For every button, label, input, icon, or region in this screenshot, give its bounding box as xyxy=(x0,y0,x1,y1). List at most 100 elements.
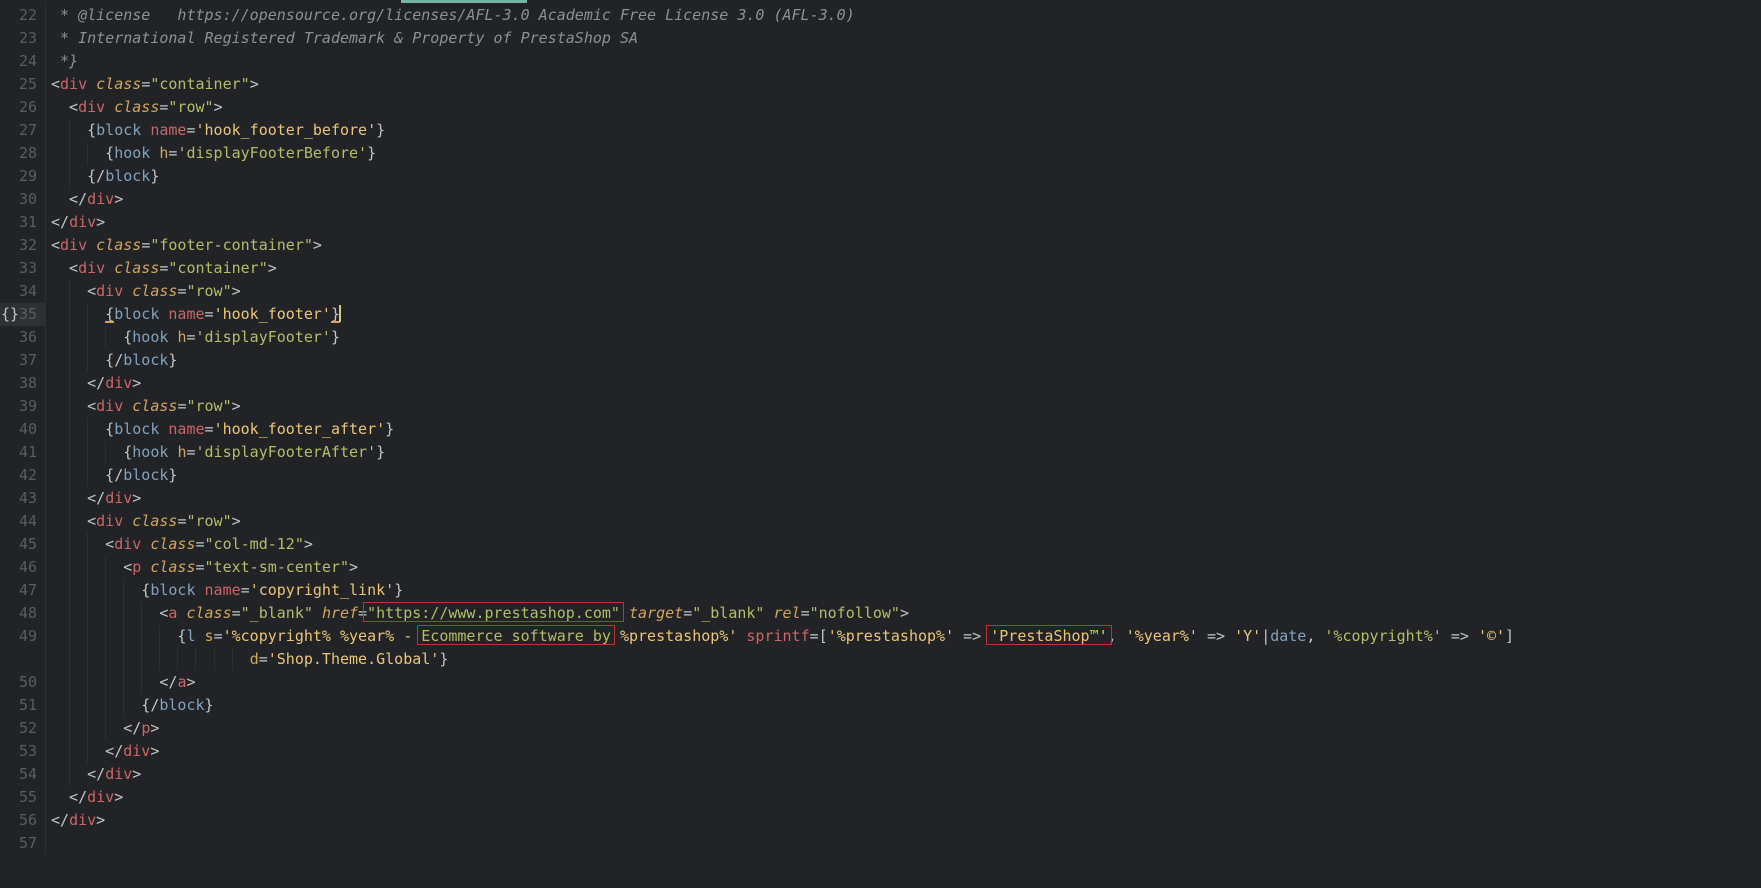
indent-guide xyxy=(87,349,88,372)
code-line[interactable]: 56</div> xyxy=(0,809,1761,832)
line-number[interactable]: 33 xyxy=(0,257,46,280)
code-token: "row" xyxy=(186,397,231,415)
line-number[interactable]: 40 xyxy=(0,418,46,441)
code-token: "_blank" xyxy=(241,604,313,622)
line-number[interactable]: 46 xyxy=(0,556,46,579)
code-token: div xyxy=(105,765,132,783)
line-number[interactable]: 47 xyxy=(0,579,46,602)
line-number[interactable]: 24 xyxy=(0,50,46,73)
code-token: div xyxy=(105,374,132,392)
indent-guide xyxy=(69,464,70,487)
line-number[interactable]: 50 xyxy=(0,671,46,694)
code-line[interactable]: 31</div> xyxy=(0,211,1761,234)
line-number[interactable]: 32 xyxy=(0,234,46,257)
indent-guide xyxy=(159,648,160,671)
line-number[interactable]: 28 xyxy=(0,142,46,165)
line-number[interactable]: 31 xyxy=(0,211,46,234)
code-text: </div> xyxy=(46,809,1761,832)
indent-guide xyxy=(87,142,88,165)
code-line[interactable]: 49 {l s='%copyright% %year% - Ecommerce … xyxy=(0,625,1761,648)
indent-guide xyxy=(105,579,106,602)
line-number[interactable]: 39 xyxy=(0,395,46,418)
active-tab-indicator[interactable] xyxy=(401,0,527,3)
code-token: < xyxy=(51,535,114,553)
code-line[interactable]: 29 {/block} xyxy=(0,165,1761,188)
code-line[interactable]: 41 {hook h='displayFooterAfter'} xyxy=(0,441,1761,464)
code-line[interactable]: 23 * International Registered Trademark … xyxy=(0,27,1761,50)
line-number[interactable]: 25 xyxy=(0,73,46,96)
code-token: > xyxy=(132,489,141,507)
code-line[interactable]: 27 {block name='hook_footer_before'} xyxy=(0,119,1761,142)
line-number[interactable]: 51 xyxy=(0,694,46,717)
line-number[interactable]: 22 xyxy=(0,4,46,27)
code-line[interactable]: 26 <div class="row"> xyxy=(0,96,1761,119)
code-line[interactable]: 33 <div class="container"> xyxy=(0,257,1761,280)
code-line[interactable]: 25<div class="container"> xyxy=(0,73,1761,96)
code-line[interactable]: 32<div class="footer-container"> xyxy=(0,234,1761,257)
code-line[interactable]: 34 <div class="row"> xyxy=(0,280,1761,303)
code-line[interactable]: 57 xyxy=(0,832,1761,855)
line-number[interactable]: 37 xyxy=(0,349,46,372)
bracket-pair-icon: {} xyxy=(1,303,19,326)
code-line[interactable]: 40 {block name='hook_footer_after'} xyxy=(0,418,1761,441)
code-text: {block name='hook_footer'} xyxy=(46,303,1761,326)
line-number[interactable]: 34 xyxy=(0,280,46,303)
code-token: > xyxy=(232,397,241,415)
indent-guide xyxy=(69,280,70,303)
line-number[interactable]: 29 xyxy=(0,165,46,188)
code-line[interactable]: 45 <div class="col-md-12"> xyxy=(0,533,1761,556)
indent-guide xyxy=(69,372,70,395)
line-number[interactable]: 44 xyxy=(0,510,46,533)
code-token: } xyxy=(439,650,448,668)
line-number[interactable]: 48 xyxy=(0,602,46,625)
code-line[interactable]: 37 {/block} xyxy=(0,349,1761,372)
code-area[interactable]: 22 * @license https://opensource.org/lic… xyxy=(0,0,1761,855)
code-line[interactable]: 38 </div> xyxy=(0,372,1761,395)
line-number[interactable]: 49 xyxy=(0,625,46,648)
line-number[interactable]: {}35 xyxy=(0,303,46,326)
line-number[interactable]: 36 xyxy=(0,326,46,349)
code-line[interactable]: 36 {hook h='displayFooter'} xyxy=(0,326,1761,349)
code-token: name xyxy=(168,305,204,323)
code-line[interactable]: 47 {block name='copyright_link'} xyxy=(0,579,1761,602)
code-line[interactable]: 43 </div> xyxy=(0,487,1761,510)
code-line[interactable]: d='Shop.Theme.Global'} xyxy=(0,648,1761,671)
line-number[interactable]: 38 xyxy=(0,372,46,395)
line-number[interactable]: 56 xyxy=(0,809,46,832)
code-token: } xyxy=(168,466,177,484)
line-number[interactable]: 27 xyxy=(0,119,46,142)
line-number[interactable]: 55 xyxy=(0,786,46,809)
code-line[interactable]: 44 <div class="row"> xyxy=(0,510,1761,533)
code-line[interactable]: 24 *} xyxy=(0,50,1761,73)
code-line[interactable]: 53 </div> xyxy=(0,740,1761,763)
code-text: <div class="container"> xyxy=(46,73,1761,96)
line-number[interactable]: 30 xyxy=(0,188,46,211)
line-number[interactable]: 45 xyxy=(0,533,46,556)
code-line[interactable]: 22 * @license https://opensource.org/lic… xyxy=(0,4,1761,27)
code-line[interactable]: 46 <p class="text-sm-center"> xyxy=(0,556,1761,579)
code-line[interactable]: 48 <a class="_blank" href="https://www.p… xyxy=(0,602,1761,625)
code-line[interactable]: {}35 {block name='hook_footer'} xyxy=(0,303,1761,326)
line-number[interactable]: 26 xyxy=(0,96,46,119)
line-number[interactable]: 41 xyxy=(0,441,46,464)
code-line[interactable]: 54 </div> xyxy=(0,763,1761,786)
code-line[interactable]: 52 </p> xyxy=(0,717,1761,740)
code-line[interactable]: 28 {hook h='displayFooterBefore'} xyxy=(0,142,1761,165)
line-number[interactable] xyxy=(0,648,46,671)
code-line[interactable]: 55 </div> xyxy=(0,786,1761,809)
line-number[interactable]: 52 xyxy=(0,717,46,740)
line-number[interactable]: 54 xyxy=(0,763,46,786)
indent-guide xyxy=(69,165,70,188)
line-number[interactable]: 42 xyxy=(0,464,46,487)
code-text: </div> xyxy=(46,763,1761,786)
code-line[interactable]: 50 </a> xyxy=(0,671,1761,694)
line-number[interactable]: 43 xyxy=(0,487,46,510)
code-line[interactable]: 51 {/block} xyxy=(0,694,1761,717)
code-line[interactable]: 42 {/block} xyxy=(0,464,1761,487)
code-line[interactable]: 39 <div class="row"> xyxy=(0,395,1761,418)
line-number[interactable]: 23 xyxy=(0,27,46,50)
line-number[interactable]: 57 xyxy=(0,832,46,855)
line-number[interactable]: 53 xyxy=(0,740,46,763)
code-line[interactable]: 30 </div> xyxy=(0,188,1761,211)
code-token: > xyxy=(132,374,141,392)
